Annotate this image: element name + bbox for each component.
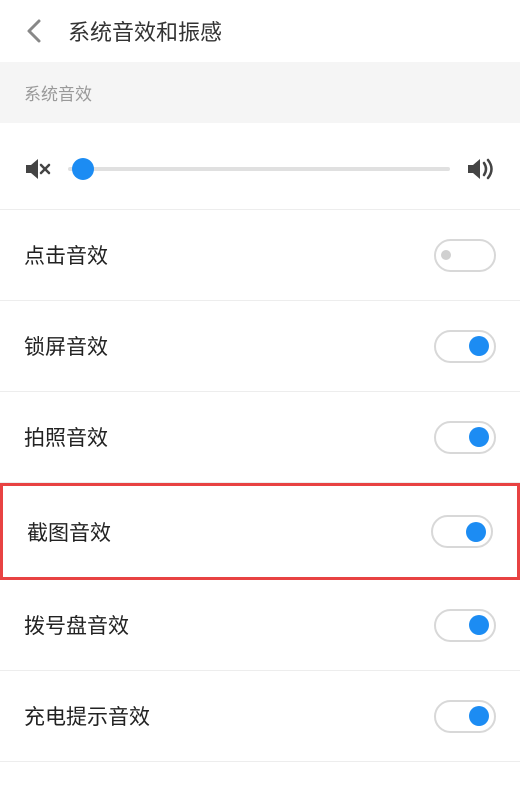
settings-list: 点击音效锁屏音效拍照音效截图音效拨号盘音效充电提示音效	[0, 210, 520, 762]
setting-row-camera: 拍照音效	[0, 392, 520, 483]
setting-label: 充电提示音效	[24, 701, 150, 731]
volume-slider-thumb[interactable]	[72, 158, 94, 180]
toggle-click[interactable]	[434, 239, 496, 272]
setting-label: 点击音效	[24, 240, 108, 270]
header: 系统音效和振感	[0, 0, 520, 62]
toggle-lockscreen[interactable]	[434, 330, 496, 363]
section-header: 系统音效	[0, 62, 520, 123]
setting-row-lockscreen: 锁屏音效	[0, 301, 520, 392]
setting-row-dialpad: 拨号盘音效	[0, 580, 520, 671]
setting-row-screenshot: 截图音效	[3, 486, 517, 577]
toggle-thumb	[469, 336, 489, 356]
back-button[interactable]	[14, 11, 54, 51]
volume-slider-row	[0, 123, 520, 210]
setting-label: 锁屏音效	[24, 331, 108, 361]
setting-row-click: 点击音效	[0, 210, 520, 301]
toggle-camera[interactable]	[434, 421, 496, 454]
setting-label: 拨号盘音效	[24, 610, 129, 640]
highlight-box: 截图音效	[0, 483, 520, 580]
speaker-mute-icon	[24, 157, 52, 181]
toggle-thumb	[441, 250, 451, 260]
setting-row-charging: 充电提示音效	[0, 671, 520, 762]
speaker-loud-icon	[466, 157, 496, 181]
toggle-screenshot[interactable]	[431, 515, 493, 548]
chevron-left-icon	[25, 17, 43, 45]
setting-label: 截图音效	[27, 517, 111, 547]
page-title: 系统音效和振感	[68, 15, 222, 47]
volume-slider[interactable]	[68, 167, 450, 171]
toggle-thumb	[469, 427, 489, 447]
toggle-thumb	[469, 706, 489, 726]
toggle-thumb	[466, 522, 486, 542]
toggle-thumb	[469, 615, 489, 635]
toggle-dialpad[interactable]	[434, 609, 496, 642]
setting-label: 拍照音效	[24, 422, 108, 452]
toggle-charging[interactable]	[434, 700, 496, 733]
